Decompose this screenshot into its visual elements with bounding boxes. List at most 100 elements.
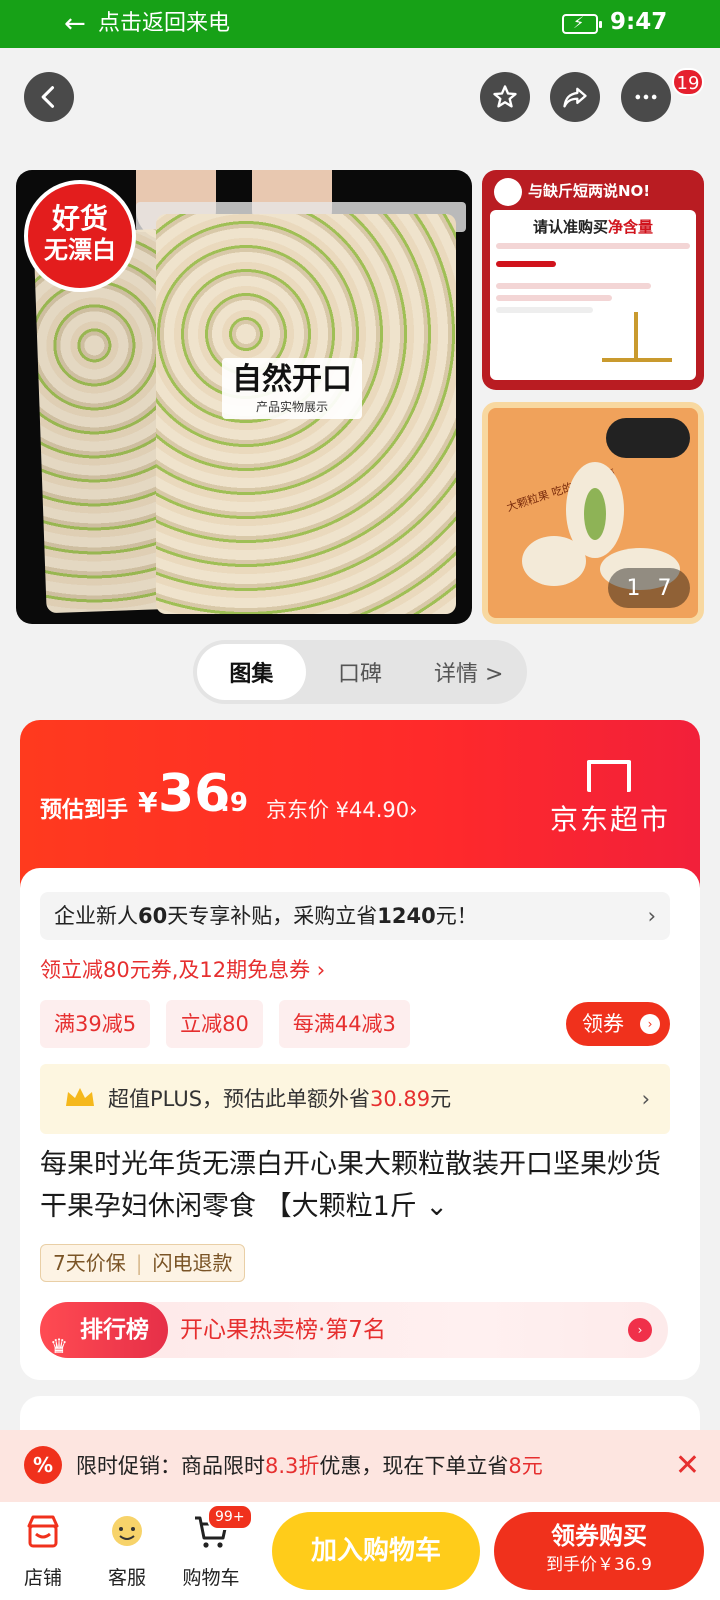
cart-label: 购物车 <box>182 1567 240 1589</box>
new-user-days: 60 <box>138 904 168 928</box>
badge-line1: 好货 <box>51 202 108 235</box>
new-user-subsidy-row[interactable]: 企业新人60天专享补贴，采购立省1240元！ › <box>40 892 670 940</box>
thumbnail-title-a: 请认准购买 <box>532 218 608 236</box>
text-line <box>496 307 593 313</box>
chevron-right-icon: › <box>647 904 656 928</box>
shop-button[interactable]: 店铺 <box>8 1512 78 1590</box>
service-guarantees[interactable]: 7天价保 | 闪电退款 <box>40 1244 246 1282</box>
promo-mid: 优惠，现在下单立省 <box>319 1454 509 1478</box>
tab-details[interactable]: 详情 > <box>414 644 523 700</box>
back-button[interactable] <box>24 72 74 122</box>
tab-reviews[interactable]: 口碑 <box>306 644 415 700</box>
badge-line2: 无漂白 <box>44 236 116 264</box>
jd-supermarket-logo-icon <box>587 760 631 792</box>
open-label-sub: 产品实物展示 <box>255 400 328 414</box>
buy-button-price: 到手价￥36.9 <box>546 1555 652 1575</box>
pistachio-nut <box>522 536 586 586</box>
price-banner: 预估到手 ¥ 36 .9 京东价 ¥44.90› 京东超市 <box>20 720 700 890</box>
share-button[interactable] <box>550 72 600 122</box>
notification-badge: 19 <box>672 68 704 96</box>
discount-tag[interactable]: 每满44减3 <box>278 1000 410 1048</box>
currency-symbol: ¥ <box>138 786 158 819</box>
shop-icon <box>27 1515 59 1548</box>
speech-bubble <box>606 418 690 458</box>
share-icon <box>563 87 587 108</box>
jd-price-link[interactable]: 京东价 ¥44.90› <box>266 794 418 824</box>
plus-text: 超值PLUS，预估此单额外省 <box>108 1087 371 1111</box>
ranking-label: 开心果热卖榜·第7名 <box>180 1317 386 1343</box>
balance-scale-icon <box>602 312 672 362</box>
return-to-call-text[interactable]: 点击返回来电 <box>98 10 230 38</box>
return-arrow-icon[interactable]: ← <box>64 10 86 38</box>
more-button[interactable] <box>621 72 671 122</box>
limited-promo-bar[interactable]: % 限时促销：商品限时8.3折优惠，现在下单立省8元 ✕ <box>0 1430 720 1502</box>
price-decimal: .9 <box>220 788 248 818</box>
image-pager: 1 7 <box>608 568 690 608</box>
new-user-text: 企业新人 <box>54 904 138 928</box>
thumbnail-panel: 请认准购买净含量 <box>490 210 696 380</box>
guarantee-item: 闪电退款 <box>152 1251 233 1275</box>
new-user-text-mid: 天专享补贴，采购立省 <box>167 904 378 928</box>
favorite-button[interactable] <box>480 72 530 122</box>
chevron-right-icon: › <box>641 1087 650 1111</box>
info-panel: 企业新人60天专享补贴，采购立省1240元！ › 领立减80元券,及12期免息券… <box>20 868 700 1380</box>
thumbnail-title-b: 净含量 <box>608 218 654 236</box>
percent-icon: % <box>24 1446 62 1484</box>
promo-discount: 8.3折 <box>265 1454 320 1478</box>
status-bar: ← 点击返回来电 ⚡ 9:47 <box>0 0 720 48</box>
chevron-right-icon: › <box>628 1318 652 1342</box>
discount-tags: 满39减5 立减80 每满44减3 <box>40 1000 410 1048</box>
open-label-title: 自然开口 <box>232 362 352 397</box>
brand-logo-icon <box>494 178 522 206</box>
more-dots-icon <box>635 94 657 100</box>
clock-time: 9:47 <box>610 9 668 35</box>
content-tabs: 图集 口碑 详情 > <box>193 640 527 704</box>
text-line <box>496 261 556 267</box>
guarantee-item: 7天价保 <box>53 1251 126 1275</box>
coupon-offer-link[interactable]: 领立减80元券,及12期免息券 › <box>40 954 325 984</box>
star-icon <box>493 85 517 108</box>
bottom-action-bar: 店铺 客服 购物车 99+ 加入购物车 领券购买 到手价￥36.9 <box>0 1502 720 1600</box>
product-title[interactable]: 每果时光年货无漂白开心果大颗粒散装开口坚果炒货干果孕妇休闲零食 【大颗粒1斤 ⌄ <box>40 1144 680 1228</box>
ranking-pill-label: 排行榜 <box>80 1317 149 1343</box>
product-info-card: 预估到手 ¥ 36 .9 京东价 ¥44.90› 京东超市 企业新人60天专享补… <box>20 720 700 1380</box>
cart-count-badge: 99+ <box>207 1504 253 1530</box>
chevron-right-icon: › <box>640 1014 660 1034</box>
text-line <box>496 283 652 289</box>
ranking-row[interactable]: ♛ 排行榜 开心果热卖榜·第7名 › <box>40 1302 668 1358</box>
ranking-pill: ♛ 排行榜 <box>40 1302 168 1358</box>
tab-gallery[interactable]: 图集 <box>197 644 306 700</box>
close-icon[interactable]: ✕ <box>675 1430 700 1502</box>
text-row <box>496 255 690 277</box>
chevron-left-icon <box>41 86 55 108</box>
discount-tag[interactable]: 满39减5 <box>40 1000 151 1048</box>
promo-prefix: 限时促销：商品限时 <box>76 1454 265 1478</box>
discount-tag[interactable]: 立减80 <box>166 1000 263 1048</box>
divider: | <box>135 1251 143 1275</box>
buy-with-coupon-button[interactable]: 领券购买 到手价￥36.9 <box>494 1512 704 1590</box>
thumbnail-title: 请认准购买净含量 <box>496 216 690 237</box>
promo-save: 8元 <box>508 1454 543 1478</box>
crown-icon <box>66 1088 94 1106</box>
plus-savings-row[interactable]: 超值PLUS，预估此单额外省30.89元 › <box>40 1064 670 1134</box>
new-user-suffix: 元！ <box>435 904 478 928</box>
battery-icon: ⚡ <box>562 13 602 34</box>
customer-service-icon <box>112 1516 142 1546</box>
text-line <box>496 295 613 301</box>
buy-button-label: 领券购买 <box>551 1522 647 1550</box>
get-coupon-button[interactable]: 领券 › <box>566 1002 670 1046</box>
plus-unit: 元 <box>430 1087 452 1111</box>
get-coupon-label: 领券 <box>582 1012 624 1036</box>
customer-service-button[interactable]: 客服 <box>92 1512 162 1590</box>
shop-label: 店铺 <box>23 1567 62 1589</box>
brand-label: 京东超市 <box>550 803 671 836</box>
thumbnail-net-weight[interactable]: 与缺斤短两说NO! 请认准购买净含量 <box>482 170 704 390</box>
promo-text: 限时促销：商品限时8.3折优惠，现在下单立省8元 <box>76 1430 543 1502</box>
new-user-amount: 1240 <box>377 904 436 928</box>
add-to-cart-button[interactable]: 加入购物车 <box>272 1512 480 1590</box>
customer-service-label: 客服 <box>107 1567 146 1589</box>
open-label: 自然开口 产品实物展示 <box>222 358 362 419</box>
pager-current: 1 <box>626 575 641 601</box>
quality-badge: 好货 无漂白 <box>24 180 136 292</box>
product-main-image[interactable]: 好货 无漂白 自然开口 产品实物展示 <box>16 170 472 624</box>
